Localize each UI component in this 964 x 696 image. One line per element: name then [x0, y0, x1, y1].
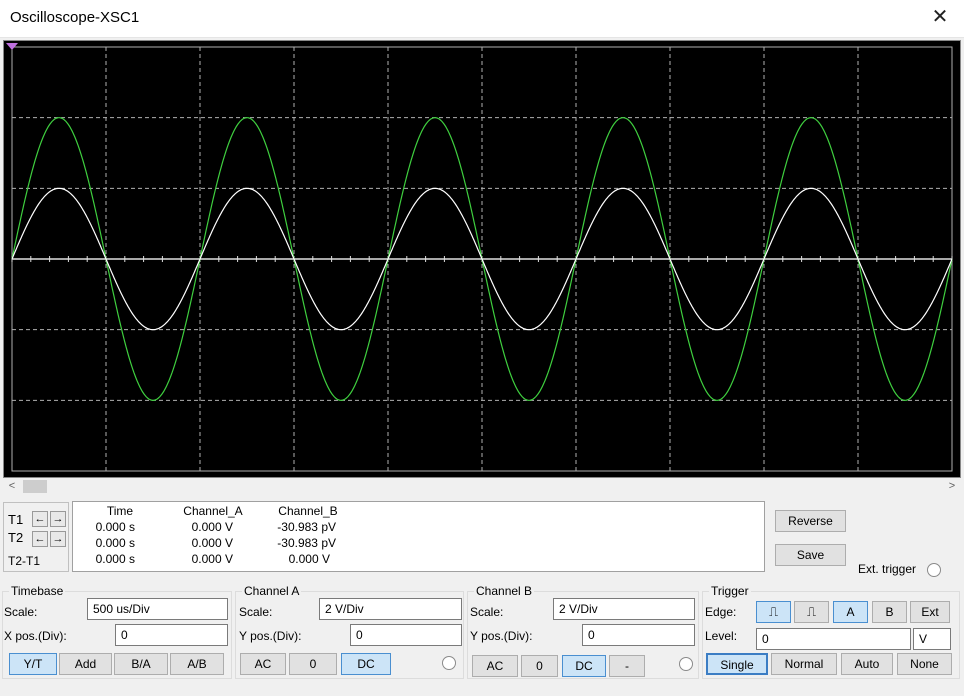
t2-t1-label: T2-T1 [8, 554, 41, 568]
trigger-level-unit[interactable]: V [913, 628, 951, 650]
channel-a-scale-input[interactable]: 2 V/Div [319, 598, 462, 620]
t2-label: T2 [8, 530, 24, 545]
t1-label: T1 [8, 512, 24, 527]
timebase-title: Timebase [9, 584, 66, 598]
scope-display [6, 43, 953, 472]
channel-a-ypos-label: Y pos.(Div): [239, 629, 302, 643]
channel-a-terminal[interactable] [442, 656, 456, 670]
trigger-none-button[interactable]: None [897, 653, 952, 675]
channel-a-zero-button[interactable]: 0 [289, 653, 337, 675]
trigger-normal-button[interactable]: Normal [771, 653, 837, 675]
trigger-source-a-button[interactable]: A [833, 601, 868, 623]
t2-right-button[interactable]: → [50, 531, 66, 547]
row2-channel-b: -30.983 pV [277, 536, 336, 550]
ext-trigger-terminal[interactable] [927, 563, 941, 577]
channel-b-title: Channel B [474, 584, 535, 598]
t2-left-button[interactable]: ← [32, 531, 48, 547]
trigger-edge-label: Edge: [705, 605, 737, 619]
header-channel-a: Channel_A [183, 504, 243, 518]
row1-channel-a: 0.000 V [191, 520, 233, 534]
title-bar: Oscilloscope-XSC1 ✕ [0, 0, 964, 38]
channel-b-zero-button[interactable]: 0 [521, 655, 558, 677]
row3-channel-b: 0.000 V [288, 552, 330, 566]
close-icon[interactable]: ✕ [930, 7, 950, 27]
row3-channel-a: 0.000 V [191, 552, 233, 566]
channel-a-title: Channel A [242, 584, 302, 598]
channel-b-scale-input[interactable]: 2 V/Div [553, 598, 695, 620]
save-button[interactable]: Save [775, 544, 846, 566]
t1-left-button[interactable]: ← [32, 511, 48, 527]
mode-yt-button[interactable]: Y/T [9, 653, 57, 675]
measurement-readout: Time Channel_A Channel_B 0.000 s 0.000 V… [72, 501, 765, 572]
mode-ba-button[interactable]: B/A [114, 653, 168, 675]
window-title: Oscilloscope-XSC1 [10, 9, 140, 26]
trigger-source-ext-button[interactable]: Ext [910, 601, 950, 623]
channel-b-scale-label: Scale: [470, 605, 504, 619]
trigger-title: Trigger [709, 584, 751, 598]
trigger-single-button[interactable]: Single [706, 653, 768, 675]
channel-b-ypos-label: Y pos.(Div): [470, 629, 533, 643]
timebase-scale-input[interactable]: 500 us/Div [87, 598, 228, 620]
timebase-scale-label: Scale: [4, 605, 38, 619]
trigger-auto-button[interactable]: Auto [841, 653, 893, 675]
scroll-thumb[interactable] [23, 480, 47, 493]
header-time: Time [106, 504, 134, 518]
channel-b-ypos-input[interactable]: 0 [582, 624, 695, 646]
channel-a-ac-button[interactable]: AC [240, 653, 286, 675]
row2-channel-a: 0.000 V [191, 536, 233, 550]
channel-a-ypos-input[interactable]: 0 [350, 624, 462, 646]
rising-edge-icon[interactable]: ⎍ [756, 601, 791, 623]
timebase-xpos-label: X pos.(Div): [4, 629, 67, 643]
scroll-left-icon[interactable]: < [5, 479, 19, 494]
reverse-button[interactable]: Reverse [775, 510, 846, 532]
oscilloscope-screen[interactable] [3, 40, 961, 478]
header-channel-b: Channel_B [278, 504, 338, 518]
horizontal-scrollbar[interactable]: < > [3, 478, 961, 496]
row2-time: 0.000 s [95, 536, 135, 550]
channel-b-minus-button[interactable]: - [609, 655, 645, 677]
channel-b-ac-button[interactable]: AC [472, 655, 518, 677]
channel-a-scale-label: Scale: [239, 605, 273, 619]
channel-b-dc-button[interactable]: DC [562, 655, 606, 677]
trigger-level-input[interactable]: 0 [756, 628, 911, 650]
row3-time: 0.000 s [95, 552, 135, 566]
ext-trigger-label: Ext. trigger [858, 562, 917, 576]
trigger-source-b-button[interactable]: B [872, 601, 907, 623]
row1-time: 0.000 s [95, 520, 135, 534]
channel-a-dc-button[interactable]: DC [341, 653, 391, 675]
cursor-controls: T1 ← → T2 ← → T2-T1 [3, 502, 69, 572]
row1-channel-b: -30.983 pV [277, 520, 336, 534]
falling-edge-icon[interactable]: ⎍ [794, 601, 829, 623]
mode-ab-button[interactable]: A/B [170, 653, 224, 675]
timebase-xpos-input[interactable]: 0 [115, 624, 228, 646]
channel-b-terminal[interactable] [679, 657, 693, 671]
mode-add-button[interactable]: Add [59, 653, 112, 675]
t1-right-button[interactable]: → [50, 511, 66, 527]
scroll-right-icon[interactable]: > [945, 479, 959, 494]
trigger-level-label: Level: [705, 629, 738, 643]
